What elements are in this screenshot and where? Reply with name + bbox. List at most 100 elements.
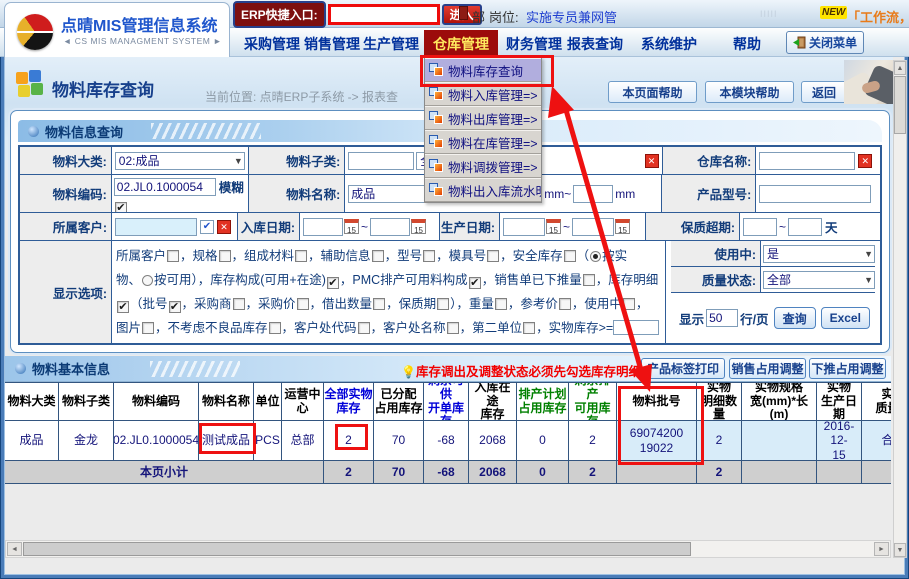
menu-item-system[interactable]: 系统维护 bbox=[641, 34, 697, 54]
menu-item-warehouse[interactable]: 仓库管理 bbox=[424, 30, 498, 58]
production-date-to-input[interactable] bbox=[572, 218, 614, 236]
option-checkbox[interactable] bbox=[487, 250, 499, 262]
dropdown-item-inventory-query[interactable]: 物料库存查询 bbox=[425, 58, 541, 82]
vertical-scrollbar[interactable]: ▲ ▼ bbox=[893, 60, 907, 558]
module-help-button[interactable]: 本模块帮助 bbox=[705, 81, 794, 103]
option-checkbox[interactable] bbox=[295, 250, 307, 262]
option-checkbox[interactable]: ✔ bbox=[327, 277, 339, 289]
product-model-input[interactable] bbox=[759, 185, 871, 203]
option-checkbox[interactable] bbox=[219, 250, 231, 262]
option-checkbox[interactable] bbox=[564, 250, 576, 262]
scroll-up-arrow[interactable]: ▲ bbox=[894, 61, 906, 75]
sales-occupy-adjust-button[interactable]: 销售占用调整 bbox=[729, 358, 806, 379]
shelf-to-input[interactable] bbox=[788, 218, 822, 236]
col-header[interactable]: 物料编码 bbox=[114, 383, 199, 421]
option-radio[interactable] bbox=[142, 275, 153, 286]
erp-quick-entry-input[interactable] bbox=[328, 4, 440, 25]
col-header[interactable]: 实物 质量状 bbox=[862, 383, 891, 421]
dropdown-item-outbound[interactable]: 物料出库管理=> bbox=[425, 106, 541, 130]
calendar-icon[interactable]: 15 bbox=[546, 219, 561, 234]
spec-length-input[interactable] bbox=[573, 185, 613, 203]
option-checkbox[interactable] bbox=[373, 298, 385, 310]
warehouse-input[interactable] bbox=[759, 152, 855, 170]
customer-picker-icon[interactable]: ✔ bbox=[200, 220, 214, 234]
option-checkbox[interactable] bbox=[437, 298, 449, 310]
scroll-left-arrow[interactable]: ◄ bbox=[7, 542, 22, 556]
option-checkbox[interactable]: ✔ bbox=[169, 301, 181, 313]
menu-item-reports[interactable]: 报表查询 bbox=[567, 34, 623, 54]
push-occupy-adjust-button[interactable]: 下推占用调整 bbox=[809, 358, 886, 379]
inbound-date-to-input[interactable] bbox=[370, 218, 410, 236]
col-header[interactable]: 已分配 占用库存 bbox=[374, 383, 424, 421]
inbound-date-from-input[interactable] bbox=[303, 218, 343, 236]
clear-subclass-icon[interactable]: ✕ bbox=[645, 154, 659, 168]
col-header[interactable]: 单位 bbox=[254, 383, 282, 421]
col-header[interactable]: 剩余可供 开单库存 bbox=[424, 383, 469, 421]
dropdown-item-flow-detail[interactable]: 物料出入库流水明 bbox=[425, 178, 541, 202]
vertical-scroll-thumb[interactable] bbox=[894, 76, 906, 134]
option-checkbox[interactable] bbox=[297, 298, 309, 310]
option-checkbox[interactable] bbox=[559, 298, 571, 310]
menu-item-help[interactable]: 帮助 bbox=[733, 34, 761, 54]
dropdown-item-inbound[interactable]: 物料入库管理=> bbox=[425, 82, 541, 106]
material-code-input[interactable] bbox=[114, 178, 216, 196]
dropdown-item-instock[interactable]: 物料在库管理=> bbox=[425, 130, 541, 154]
horizontal-scrollbar[interactable]: ◄ ► bbox=[5, 540, 891, 558]
option-checkbox[interactable] bbox=[623, 298, 635, 310]
option-checkbox[interactable] bbox=[233, 298, 245, 310]
shelf-from-input[interactable] bbox=[743, 218, 777, 236]
col-header[interactable]: 物料子类 bbox=[59, 383, 114, 421]
col-header[interactable]: 排产计划 占用库存 bbox=[517, 383, 569, 421]
col-header[interactable]: 全部实物 库存 bbox=[324, 383, 374, 421]
option-checkbox[interactable] bbox=[167, 250, 179, 262]
menu-item-production[interactable]: 生产管理 bbox=[363, 34, 419, 54]
option-radio[interactable] bbox=[590, 251, 601, 262]
option-checkbox[interactable] bbox=[583, 274, 595, 286]
option-checkbox[interactable] bbox=[372, 250, 384, 262]
clear-warehouse-icon[interactable]: ✕ bbox=[858, 154, 872, 168]
production-date-from-input[interactable] bbox=[503, 218, 545, 236]
menu-item-finance[interactable]: 财务管理 bbox=[506, 34, 562, 54]
col-header[interactable]: 实物 生产日期 bbox=[817, 383, 862, 421]
option-checkbox[interactable] bbox=[423, 250, 435, 262]
col-header[interactable]: 物料名称 bbox=[199, 383, 254, 421]
option-checkbox[interactable]: ✔ bbox=[117, 301, 129, 313]
col-header[interactable]: 运营中心 bbox=[282, 383, 324, 421]
customer-input[interactable] bbox=[115, 218, 197, 236]
page-help-button[interactable]: 本页面帮助 bbox=[608, 81, 697, 103]
table-row[interactable]: 成品 金龙 02.JL0.1000054 测试成品 PCS 总部 2 70 -6… bbox=[5, 421, 891, 461]
query-button[interactable]: 查询 bbox=[774, 307, 816, 329]
material-subclass-input[interactable] bbox=[348, 152, 414, 170]
calendar-icon[interactable]: 15 bbox=[344, 219, 359, 234]
option-checkbox[interactable]: ✔ bbox=[469, 277, 481, 289]
physical-stock-threshold-input[interactable] bbox=[613, 320, 659, 335]
col-header[interactable]: 入库在途 库存 bbox=[469, 383, 517, 421]
option-checkbox[interactable] bbox=[358, 322, 370, 334]
material-category-select[interactable]: 02:成品 ▼ bbox=[115, 152, 245, 170]
product-label-print-button[interactable]: 产品标签打印 bbox=[641, 358, 725, 379]
fuzzy-checkbox[interactable]: ✔ bbox=[115, 202, 127, 212]
scroll-right-arrow[interactable]: ► bbox=[874, 542, 889, 556]
col-header-batch[interactable]: 物料批号 bbox=[617, 383, 697, 421]
option-checkbox[interactable] bbox=[495, 298, 507, 310]
scroll-down-arrow[interactable]: ▼ bbox=[894, 543, 906, 557]
col-header[interactable]: 实物 明细数量 bbox=[697, 383, 742, 421]
calendar-icon[interactable]: 15 bbox=[411, 219, 426, 234]
back-button[interactable]: 返回 bbox=[801, 81, 847, 103]
clear-customer-icon[interactable]: ✕ bbox=[217, 220, 231, 234]
rows-per-page-input[interactable] bbox=[706, 309, 738, 327]
menu-item-sales[interactable]: 销售管理 bbox=[304, 34, 360, 54]
col-header[interactable]: 实物规格 宽(mm)*长(m) bbox=[742, 383, 817, 421]
quality-status-select[interactable]: 全部 ▼ bbox=[763, 271, 875, 289]
horizontal-scroll-thumb[interactable] bbox=[23, 542, 691, 556]
option-checkbox[interactable] bbox=[269, 322, 281, 334]
option-checkbox[interactable] bbox=[142, 322, 154, 334]
col-header[interactable]: 物料大类 bbox=[5, 383, 59, 421]
close-menu-button[interactable]: 关闭菜单 bbox=[786, 31, 864, 54]
in-use-select[interactable]: 是 ▼ bbox=[763, 245, 875, 263]
excel-button[interactable]: Excel bbox=[821, 307, 870, 329]
option-checkbox[interactable] bbox=[447, 322, 459, 334]
menu-item-purchase[interactable]: 采购管理 bbox=[244, 34, 300, 54]
col-header[interactable]: 剩余排产 可用库存 bbox=[569, 383, 617, 421]
dropdown-item-transfer[interactable]: 物料调拨管理=> bbox=[425, 154, 541, 178]
